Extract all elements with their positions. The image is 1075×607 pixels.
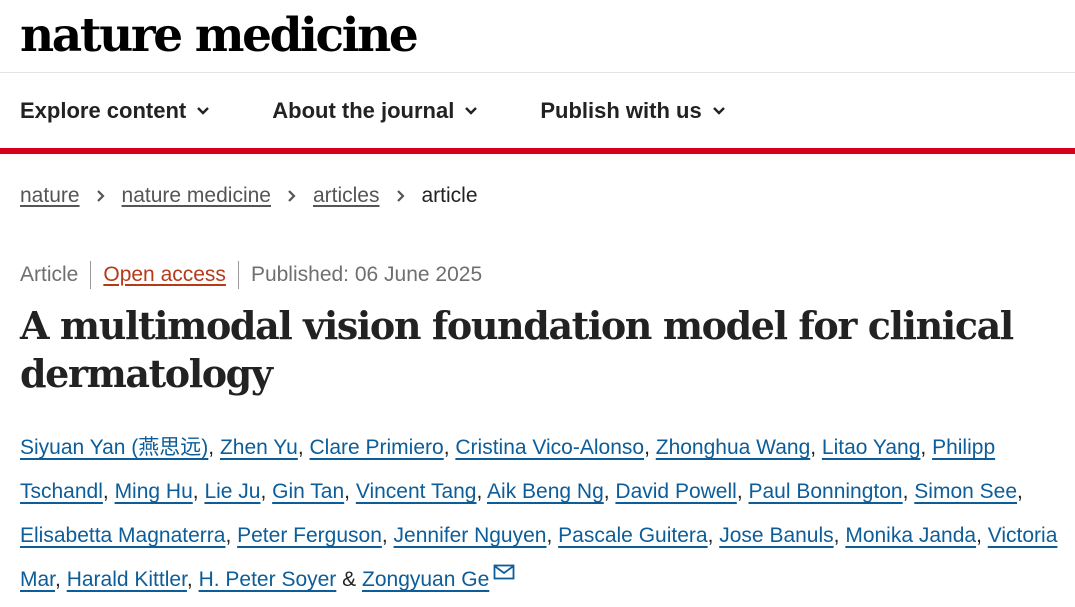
nav-item-label: Explore content	[20, 97, 187, 123]
author-separator: ,	[102, 480, 115, 503]
author-link[interactable]: Aik Beng Ng	[487, 480, 604, 503]
author-link[interactable]: Jennifer Nguyen	[394, 524, 547, 547]
author-separator: ,	[260, 480, 273, 503]
author-link[interactable]: Elisabetta Magnaterra	[20, 524, 225, 547]
author-link[interactable]: H. Peter Soyer	[199, 568, 337, 591]
author-separator: ,	[344, 480, 356, 503]
chevron-right-icon	[396, 190, 405, 202]
author-conjunction: &	[342, 568, 357, 591]
author-link[interactable]: Gin Tan	[272, 480, 344, 503]
author-link[interactable]: Paul Bonnington	[748, 480, 902, 503]
author-separator: ,	[902, 480, 915, 503]
open-access-link[interactable]: Open access	[103, 263, 226, 286]
author-separator: ,	[192, 480, 205, 503]
chevron-down-icon	[465, 106, 478, 115]
author-separator: ,	[443, 436, 456, 459]
mail-icon[interactable]	[493, 564, 515, 580]
nav-publish-with-us[interactable]: Publish with us	[540, 98, 725, 124]
breadcrumb-nature[interactable]: nature	[20, 184, 80, 208]
author-link[interactable]: Zongyuan Ge	[362, 568, 489, 591]
author-separator: ,	[55, 568, 67, 591]
author-separator: ,	[736, 480, 749, 503]
author-link[interactable]: Siyuan Yan (燕思远)	[20, 436, 208, 459]
author-link[interactable]: Cristina Vico-Alonso	[455, 436, 644, 459]
breadcrumb-articles[interactable]: articles	[313, 184, 380, 208]
author-separator: ,	[546, 524, 559, 547]
chevron-down-icon	[712, 106, 725, 115]
breadcrumb-nature-medicine[interactable]: nature medicine	[122, 184, 271, 208]
author-link[interactable]: Jose Banuls	[719, 524, 833, 547]
author-link[interactable]: Zhen Yu	[220, 436, 298, 459]
author-separator: ,	[476, 480, 488, 503]
site-header: nature medicine	[0, 0, 1075, 73]
author-link[interactable]: Zhonghua Wang	[656, 436, 811, 459]
chevron-right-icon	[96, 190, 105, 202]
article-title: A multimodal vision foundation model for…	[20, 303, 1014, 396]
author-separator: ,	[186, 568, 199, 591]
nav-item-label: About the journal	[272, 97, 455, 123]
author-separator: ,	[644, 436, 656, 459]
author-separator: ,	[603, 480, 616, 503]
journal-logo[interactable]: nature medicine	[20, 6, 419, 66]
author-link[interactable]: Vincent Tang	[356, 480, 477, 503]
author-link[interactable]: Peter Ferguson	[237, 524, 382, 547]
author-link[interactable]: Pascale Guitera	[558, 524, 707, 547]
author-separator: ,	[225, 524, 238, 547]
author-link[interactable]: Ming Hu	[115, 480, 193, 503]
article-meta: Article Open access Published: 06 June 2…	[20, 260, 494, 290]
author-separator: ,	[381, 524, 394, 547]
author-separator: ,	[920, 436, 933, 459]
author-link[interactable]: Harald Kittler	[67, 568, 187, 591]
author-separator: ,	[707, 524, 720, 547]
author-separator: ,	[810, 436, 822, 459]
nav-explore-content[interactable]: Explore content	[20, 98, 210, 124]
published-date: Published: 06 June 2025	[237, 261, 494, 289]
author-link[interactable]: Litao Yang	[822, 436, 920, 459]
nav-item-label: Publish with us	[540, 97, 702, 123]
breadcrumb: nature nature medicine articles article	[20, 184, 478, 208]
nav-about-journal[interactable]: About the journal	[272, 98, 478, 124]
author-link[interactable]: Monika Janda	[845, 524, 976, 547]
author-link[interactable]: Clare Primiero	[310, 436, 444, 459]
chevron-down-icon	[197, 106, 210, 115]
open-access-link-wrapper: Open access	[90, 261, 238, 289]
author-separator: ,	[297, 436, 310, 459]
author-link[interactable]: Lie Ju	[204, 480, 260, 503]
author-separator: ,	[1017, 480, 1023, 503]
author-separator: ,	[833, 524, 846, 547]
author-link[interactable]: Simon See	[914, 480, 1017, 503]
chevron-right-icon	[288, 190, 296, 202]
author-link[interactable]: David Powell	[615, 480, 736, 503]
article-type: Article	[20, 263, 79, 286]
author-separator: ,	[976, 524, 988, 547]
main-navigation: Explore content About the journal Publis…	[0, 73, 1075, 154]
author-separator: ,	[208, 436, 220, 459]
author-list: Siyuan Yan (燕思远), Zhen Yu, Clare Primier…	[20, 426, 1060, 602]
breadcrumb-current: article	[421, 184, 478, 207]
